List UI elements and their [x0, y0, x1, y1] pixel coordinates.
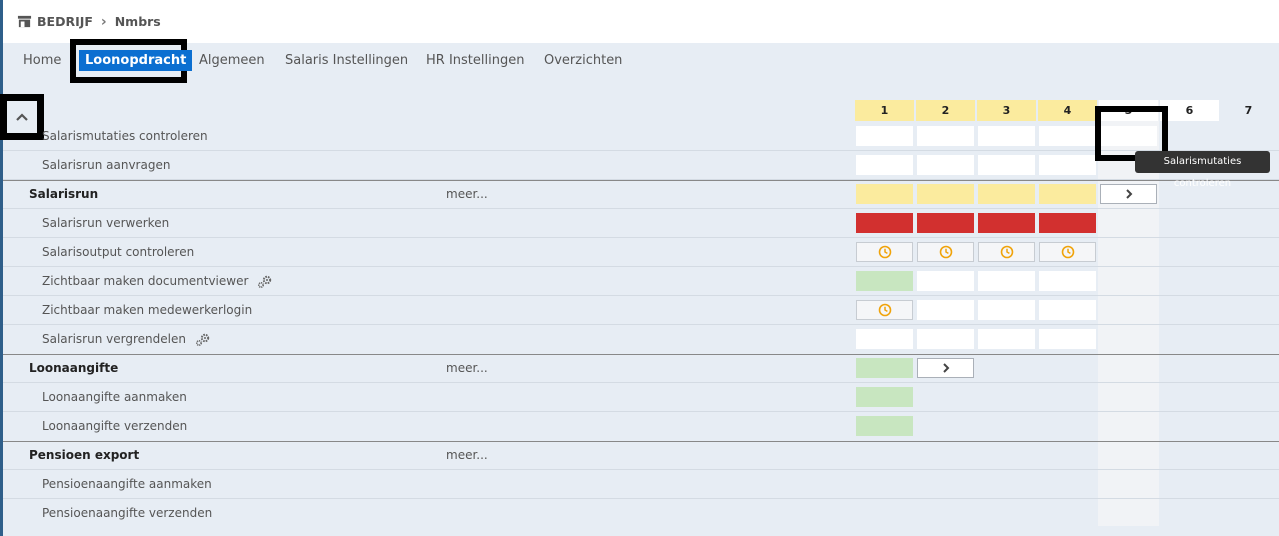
- status-cell[interactable]: [1039, 300, 1096, 320]
- meer-link[interactable]: meer...: [446, 448, 488, 462]
- tab-algemeen[interactable]: Algemeen: [199, 53, 265, 68]
- group-row: Loonaangifte meer...: [3, 354, 1279, 383]
- row-label: Loonaangifte verzenden: [42, 419, 188, 433]
- list-item: Pensioenaangifte aanmaken: [3, 470, 1279, 499]
- status-cell[interactable]: [917, 300, 974, 320]
- column-header-6: 6: [1160, 100, 1219, 121]
- store-icon: [17, 15, 32, 28]
- breadcrumb-root[interactable]: BEDRIJF: [37, 14, 93, 29]
- status-cell[interactable]: [978, 126, 1035, 146]
- tab-overzichten[interactable]: Overzichten: [544, 53, 622, 68]
- status-cell[interactable]: [856, 213, 913, 233]
- list-item: Loonaangifte verzenden: [3, 412, 1279, 441]
- status-cell[interactable]: [1039, 242, 1096, 262]
- column-header-7: 7: [1244, 104, 1253, 117]
- tab-bar: Home Loonopdracht Algemeen Salaris Inste…: [3, 39, 1279, 83]
- list-item: Pensioenaangifte verzenden: [3, 499, 1279, 528]
- status-cell[interactable]: [1039, 271, 1096, 291]
- breadcrumb: BEDRIJF › Nmbrs: [17, 14, 161, 30]
- status-cell[interactable]: [856, 271, 913, 291]
- status-cell[interactable]: [917, 242, 974, 262]
- tab-salaris-instellingen[interactable]: Salaris Instellingen: [285, 53, 408, 68]
- status-cell[interactable]: [917, 213, 974, 233]
- next-button[interactable]: [917, 358, 974, 378]
- clock-icon: [939, 245, 952, 259]
- status-cell[interactable]: [917, 329, 974, 349]
- status-cell[interactable]: [978, 184, 1035, 204]
- tooltip: Salarismutaties controleren: [1135, 151, 1270, 189]
- clock-icon: [1000, 245, 1013, 259]
- meer-link[interactable]: meer...: [446, 187, 488, 201]
- clock-icon: [1061, 245, 1074, 259]
- row-label-text: Salarisrun vergrendelen: [42, 332, 186, 346]
- tab-home[interactable]: Home: [23, 53, 61, 68]
- gear-icon[interactable]: [194, 333, 212, 347]
- list-item: Loonaangifte aanmaken: [3, 383, 1279, 412]
- column-header-4: 4: [1038, 100, 1097, 121]
- status-cell[interactable]: [1039, 126, 1096, 146]
- status-cell[interactable]: [856, 242, 913, 262]
- group-label: Pensioen export: [29, 448, 140, 462]
- status-cell[interactable]: [1039, 213, 1096, 233]
- status-cell[interactable]: [978, 155, 1035, 175]
- column-header-3: 3: [977, 100, 1036, 121]
- status-cell[interactable]: [856, 416, 913, 436]
- status-cell[interactable]: [856, 126, 913, 146]
- chevron-up-icon: [16, 113, 28, 121]
- breadcrumb-bar: BEDRIJF › Nmbrs: [3, 0, 1279, 43]
- column-header-1: 1: [855, 100, 914, 121]
- status-cell[interactable]: [856, 300, 913, 320]
- chevron-right-icon: [942, 363, 949, 373]
- meer-link[interactable]: meer...: [446, 361, 488, 375]
- row-label: Zichtbaar maken medewerkerlogin: [42, 303, 253, 317]
- status-cell[interactable]: [856, 155, 913, 175]
- clock-icon: [878, 245, 891, 259]
- status-cell[interactable]: [917, 271, 974, 291]
- status-cell[interactable]: [856, 329, 913, 349]
- breadcrumb-current: Nmbrs: [114, 14, 161, 29]
- next-button[interactable]: [1100, 184, 1157, 204]
- row-label: Salarismutaties controleren: [42, 129, 208, 143]
- status-cell[interactable]: [978, 329, 1035, 349]
- status-cell[interactable]: [1039, 329, 1096, 349]
- status-cell[interactable]: [1039, 184, 1096, 204]
- status-cell[interactable]: [917, 184, 974, 204]
- column-header-2: 2: [916, 100, 975, 121]
- status-cell[interactable]: [856, 358, 913, 378]
- tab-loonopdracht[interactable]: Loonopdracht: [79, 50, 193, 71]
- group-row: Pensioen export meer...: [3, 441, 1279, 470]
- row-label-text: Zichtbaar maken documentviewer: [42, 274, 249, 288]
- status-cell[interactable]: [856, 184, 913, 204]
- row-label: Salarisrun verwerken: [42, 216, 170, 230]
- status-cell[interactable]: [978, 300, 1035, 320]
- group-label: Salarisrun: [29, 187, 99, 201]
- status-cell[interactable]: [978, 271, 1035, 291]
- row-label: Loonaangifte aanmaken: [42, 390, 187, 404]
- row-label: Zichtbaar maken documentviewer: [42, 274, 274, 289]
- tab-hr-instellingen[interactable]: HR Instellingen: [426, 53, 524, 68]
- status-cell[interactable]: [917, 155, 974, 175]
- status-cell[interactable]: [917, 126, 974, 146]
- status-cell[interactable]: [978, 213, 1035, 233]
- row-label: Salarisoutput controleren: [42, 245, 195, 259]
- chevron-right-icon: [1125, 189, 1132, 199]
- row-label: Pensioenaangifte verzenden: [42, 506, 213, 520]
- status-cell[interactable]: [978, 242, 1035, 262]
- gear-icon[interactable]: [256, 275, 274, 289]
- clock-icon: [878, 303, 891, 317]
- row-label: Salarisrun aanvragen: [42, 158, 171, 172]
- row-label: Salarisrun vergrendelen: [42, 332, 212, 347]
- group-label: Loonaangifte: [29, 361, 119, 375]
- status-cell[interactable]: [1039, 155, 1096, 175]
- chevron-right-icon: ›: [100, 13, 107, 30]
- status-cell[interactable]: [856, 387, 913, 407]
- row-label: Pensioenaangifte aanmaken: [42, 477, 212, 491]
